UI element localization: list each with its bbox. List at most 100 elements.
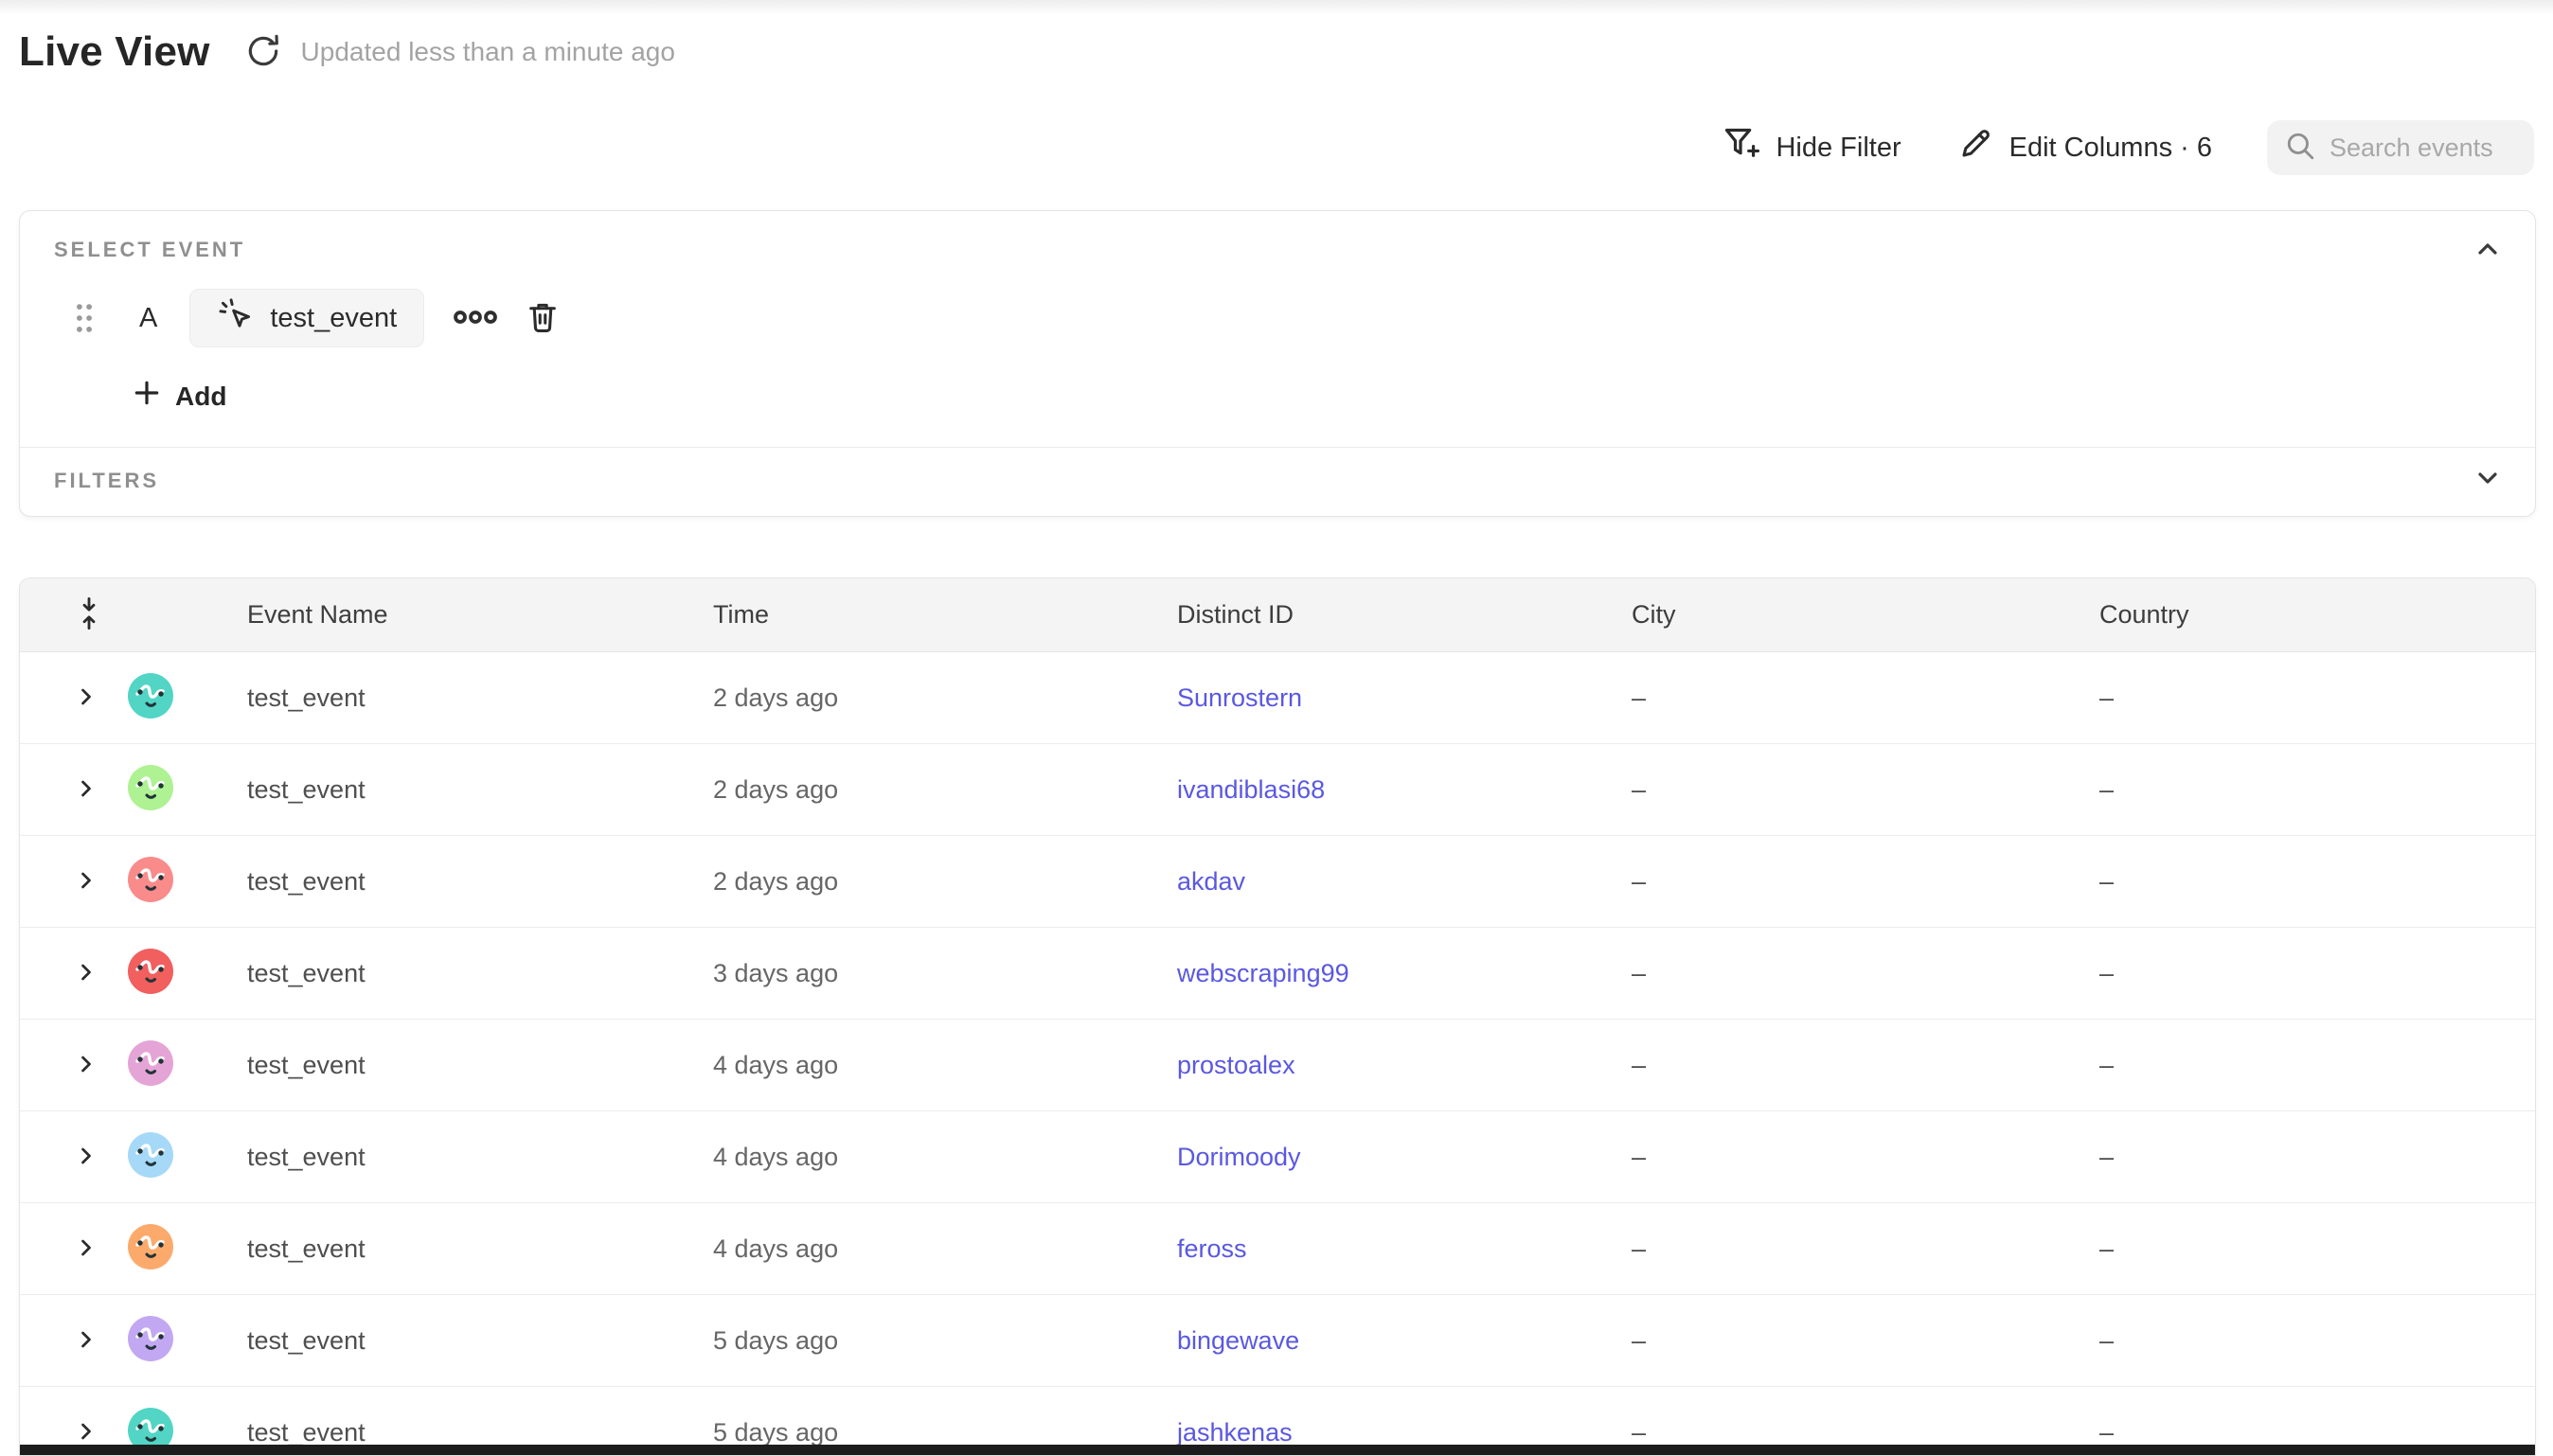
chevron-right-icon	[73, 1326, 99, 1356]
row-distinct-id[interactable]: akdav	[1177, 867, 1245, 896]
select-event-collapse-button[interactable]	[2473, 234, 2503, 267]
avatar	[128, 673, 173, 723]
event-options-button[interactable]	[453, 305, 498, 332]
chevron-down-icon	[2473, 482, 2503, 496]
row-distinct-id[interactable]: prostoalex	[1177, 1051, 1295, 1079]
avatar	[128, 1040, 173, 1091]
horizontal-scrollbar[interactable]	[20, 1445, 2535, 1455]
row-time: 2 days ago	[675, 775, 1139, 805]
chevron-right-icon	[73, 684, 99, 713]
row-event-name: test_event	[209, 1143, 675, 1172]
chevron-right-icon	[73, 1234, 99, 1264]
row-distinct-id[interactable]: Sunrostern	[1177, 684, 1302, 712]
row-event-name: test_event	[209, 684, 675, 713]
search-input[interactable]	[2330, 133, 2519, 163]
edit-columns-button[interactable]: Edit Columns · 6	[1956, 125, 2212, 170]
table-row[interactable]: test_event 2 days ago ivandiblasi68 – –	[20, 744, 2535, 836]
event-row: A test_event	[54, 289, 561, 347]
row-city: –	[1594, 1051, 2062, 1080]
table-row[interactable]: test_event 2 days ago akdav – –	[20, 836, 2535, 928]
expand-row-button[interactable]	[73, 775, 99, 805]
chevron-right-icon	[73, 1051, 99, 1080]
expand-row-button[interactable]	[73, 1418, 99, 1447]
table-row[interactable]: test_event 4 days ago Dorimoody – –	[20, 1111, 2535, 1203]
row-country: –	[2062, 1234, 2535, 1264]
row-distinct-id[interactable]: jashkenas	[1177, 1418, 1293, 1447]
query-builder-card: SELECT EVENT A	[19, 210, 2536, 517]
drag-handle-icon[interactable]	[73, 302, 96, 334]
row-event-name: test_event	[209, 1234, 675, 1264]
row-time: 4 days ago	[675, 1234, 1139, 1264]
add-button-label: Add	[175, 382, 226, 412]
collapse-all-button[interactable]	[73, 595, 105, 635]
chevron-right-icon	[73, 959, 99, 988]
expand-row-button[interactable]	[73, 959, 99, 988]
refresh-button[interactable]	[242, 31, 284, 73]
table-row[interactable]: test_event 2 days ago Sunrostern – –	[20, 652, 2535, 744]
search-icon	[2284, 130, 2316, 167]
row-country: –	[2062, 775, 2535, 805]
table-row[interactable]: test_event 4 days ago feross – –	[20, 1203, 2535, 1295]
expand-row-button[interactable]	[73, 1143, 99, 1172]
row-city: –	[1594, 684, 2062, 713]
row-time: 2 days ago	[675, 867, 1139, 897]
row-city: –	[1594, 775, 2062, 805]
row-distinct-id[interactable]: ivandiblasi68	[1177, 775, 1325, 804]
expand-row-button[interactable]	[73, 1326, 99, 1356]
hide-filter-button[interactable]: Hide Filter	[1721, 124, 1901, 171]
row-event-name: test_event	[209, 959, 675, 988]
column-header-country[interactable]: Country	[2062, 600, 2535, 630]
column-header-time[interactable]: Time	[675, 600, 1139, 630]
expand-row-button[interactable]	[73, 684, 99, 713]
chevron-right-icon	[73, 1418, 99, 1447]
avatar	[128, 949, 173, 999]
row-city: –	[1594, 1234, 2062, 1264]
avatar	[128, 1132, 173, 1182]
table-row[interactable]: test_event 4 days ago prostoalex – –	[20, 1020, 2535, 1111]
filters-expand-button[interactable]	[2473, 463, 2503, 496]
row-time: 3 days ago	[675, 959, 1139, 988]
expand-row-button[interactable]	[73, 1051, 99, 1080]
search-box[interactable]	[2267, 120, 2534, 175]
page-header: Live View Updated less than a minute ago	[19, 28, 675, 76]
row-country: –	[2062, 1418, 2535, 1447]
add-event-button[interactable]: Add	[132, 378, 226, 415]
avatar	[128, 765, 173, 815]
row-distinct-id[interactable]: Dorimoody	[1177, 1143, 1301, 1171]
row-country: –	[2062, 959, 2535, 988]
page-title: Live View	[19, 28, 210, 76]
row-distinct-id[interactable]: bingewave	[1177, 1326, 1299, 1355]
column-header-city[interactable]: City	[1594, 600, 2062, 630]
event-chip-label: test_event	[270, 303, 397, 334]
expand-row-button[interactable]	[73, 867, 99, 897]
row-time: 5 days ago	[675, 1418, 1139, 1447]
plus-icon	[132, 378, 162, 415]
row-city: –	[1594, 1326, 2062, 1356]
row-time: 2 days ago	[675, 684, 1139, 713]
table-body: test_event 2 days ago Sunrostern – –	[20, 652, 2535, 1456]
table-header-row: Event Name Time Distinct ID City Country	[20, 578, 2535, 652]
row-distinct-id[interactable]: webscraping99	[1177, 959, 1349, 987]
table-row[interactable]: test_event 5 days ago bingewave – –	[20, 1295, 2535, 1387]
row-time: 4 days ago	[675, 1051, 1139, 1080]
row-country: –	[2062, 867, 2535, 897]
row-city: –	[1594, 867, 2062, 897]
row-event-name: test_event	[209, 1326, 675, 1356]
row-event-name: test_event	[209, 1051, 675, 1080]
avatar	[128, 1224, 173, 1274]
avatar	[128, 1316, 173, 1366]
row-event-name: test_event	[209, 1418, 675, 1447]
column-header-event-name[interactable]: Event Name	[209, 600, 675, 630]
row-country: –	[2062, 1051, 2535, 1080]
table-row[interactable]: test_event 3 days ago webscraping99 – –	[20, 928, 2535, 1020]
row-distinct-id[interactable]: feross	[1177, 1234, 1247, 1263]
expand-row-button[interactable]	[73, 1234, 99, 1264]
row-country: –	[2062, 1326, 2535, 1356]
delete-event-button[interactable]	[525, 298, 561, 339]
section-divider	[20, 447, 2535, 448]
column-header-distinct-id[interactable]: Distinct ID	[1139, 600, 1594, 630]
ellipsis-icon	[453, 305, 498, 332]
event-selector-chip[interactable]: test_event	[189, 289, 424, 347]
row-time: 4 days ago	[675, 1143, 1139, 1172]
top-edge-fade	[0, 0, 2553, 15]
